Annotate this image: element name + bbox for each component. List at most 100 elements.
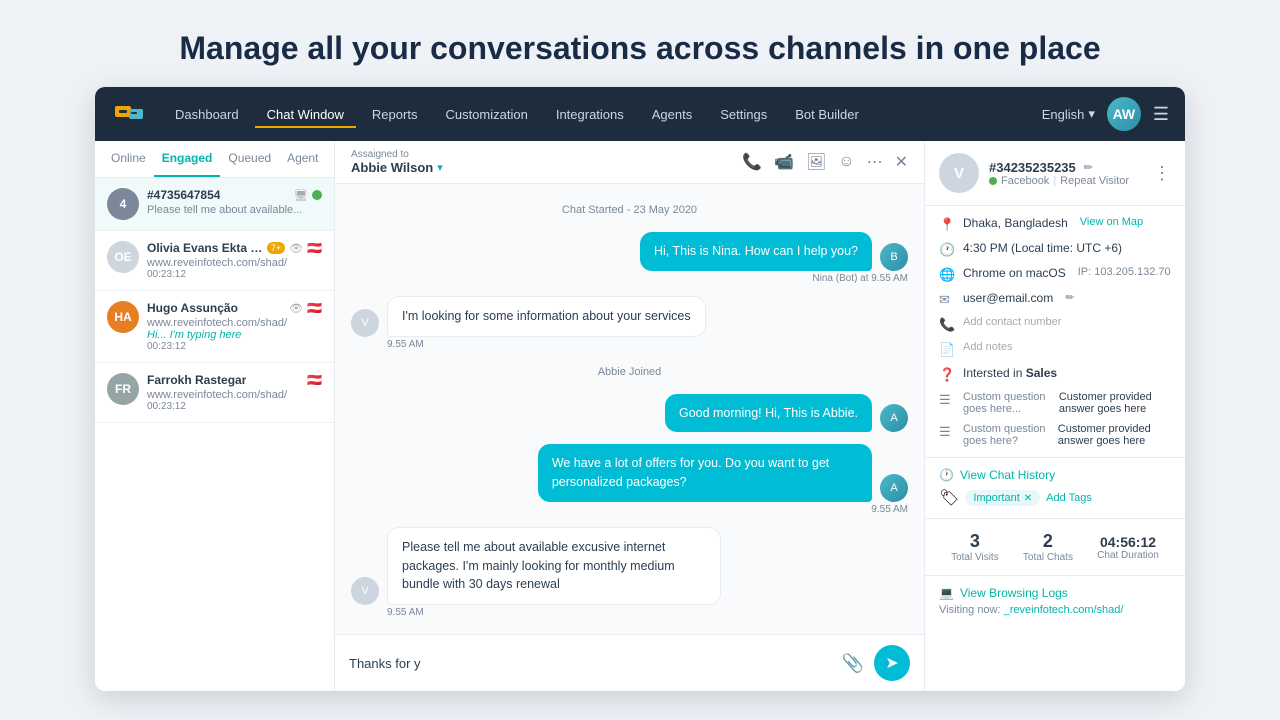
nav-customization[interactable]: Customization (433, 101, 539, 128)
agent-joined-notice: Abbie Joined (351, 366, 908, 378)
rp-phone-row: 📞 Add contact number (939, 316, 1171, 333)
agent-avatar: A (880, 474, 908, 502)
message-row: Hi, This is Nina. How can I help you? B (351, 232, 908, 271)
emoji-icon[interactable]: ☺ (838, 153, 854, 171)
avatar: FR (107, 373, 139, 405)
visitor-avatar: V (351, 577, 379, 605)
more-icon[interactable]: ⋯ (867, 152, 883, 172)
view-on-map-link[interactable]: View on Map (1080, 216, 1143, 228)
send-icon: ➤ (885, 653, 898, 673)
view-chat-history-link[interactable]: 🕐 View Chat History (939, 468, 1171, 482)
rp-location-row: 📍 Dhaka, Bangladesh View on Map (939, 216, 1171, 233)
stat-total-chats: 2 Total Chats (1023, 531, 1073, 563)
message-meta: 9.55 AM (351, 504, 908, 515)
stat-chat-duration: 04:56:12 Chat Duration (1097, 534, 1159, 561)
message-group: Hi, This is Nina. How can I help you? B … (351, 232, 908, 284)
visitor-source: Facebook | Repeat Visitor (989, 175, 1129, 187)
nav-links: Dashboard Chat Window Reports Customizat… (163, 101, 1042, 128)
bot-avatar: B (880, 243, 908, 271)
list-icon: ☰ (939, 424, 955, 440)
rp-chat-history-section: 🕐 View Chat History 🏷 Important ✕ Add Ta… (925, 458, 1185, 519)
tab-online[interactable]: Online (103, 141, 154, 177)
flag-icon: 🇦🇹 (307, 301, 322, 315)
close-button[interactable]: ✕ (895, 152, 908, 172)
email-icon: ✉ (939, 292, 955, 308)
tag-remove-icon[interactable]: ✕ (1024, 493, 1032, 504)
rp-header: V #34235235235 ✏ Facebook | Repeat Visit… (925, 141, 1185, 206)
monitor-icon: 🖥 (294, 189, 308, 202)
avatar: HA (107, 301, 139, 333)
language-selector[interactable]: English ▾ (1042, 106, 1095, 122)
rp-custom-q1-row: ☰ Custom question goes here... Customer … (939, 391, 1171, 415)
flag-icon: 🇦🇹 (307, 241, 322, 255)
message-row: V Please tell me about available excusiv… (351, 527, 908, 605)
message-bubble: Hi, This is Nina. How can I help you? (640, 232, 872, 271)
chat-item-name: Hugo Assunção (147, 301, 238, 315)
chat-item-meta: 👁 🇦🇹 (289, 301, 322, 315)
assigned-dropdown[interactable]: ▾ (437, 161, 443, 174)
add-tags-link[interactable]: Add Tags (1046, 492, 1092, 504)
rp-tags: 🏷 Important ✕ Add Tags (939, 488, 1171, 508)
edit-icon[interactable]: ✏ (1084, 161, 1093, 174)
chat-item-content: Hugo Assunção 👁 🇦🇹 www.reveinfotech.com/… (147, 301, 322, 352)
nav-settings[interactable]: Settings (708, 101, 779, 128)
clock-icon: 🕐 (939, 242, 955, 258)
list-item[interactable]: HA Hugo Assunção 👁 🇦🇹 www.reveinfotech.c… (95, 291, 334, 363)
message-row: We have a lot of offers for you. Do you … (351, 444, 908, 502)
nav-reports[interactable]: Reports (360, 101, 430, 128)
rp-browse-section: 💻 View Browsing Logs Visiting now: _reve… (925, 576, 1185, 626)
chat-item-typing: Hi... I'm typing here (147, 329, 322, 341)
nav-agents[interactable]: Agents (640, 101, 704, 128)
app-logo (111, 96, 147, 132)
list-icon: ☰ (939, 392, 955, 415)
list-item[interactable]: 4 #4735647854 🖥 Please tell me about ava… (95, 178, 334, 231)
phone-icon[interactable]: 📞 (742, 152, 762, 172)
message-bubble: Good morning! Hi, This is Abbie. (665, 394, 872, 433)
visiting-now: Visiting now: _reveinfotech.com/shad/ (939, 604, 1171, 616)
message-bubble: We have a lot of offers for you. Do you … (538, 444, 872, 502)
edit-email-icon[interactable]: ✏ (1065, 291, 1074, 304)
send-button[interactable]: ➤ (874, 645, 910, 681)
avatar: 4 (107, 188, 139, 220)
rp-time-row: 🕐 4:30 PM (Local time: UTC +6) (939, 241, 1171, 258)
tab-engaged[interactable]: Engaged (154, 141, 221, 177)
chat-item-meta: 🇦🇹 (307, 373, 322, 387)
rp-interested-row: ❓ Intersted in Sales (939, 366, 1171, 383)
tab-queued[interactable]: Queued (220, 141, 279, 177)
visitor-avatar: V (351, 309, 379, 337)
chat-item-content: Olivia Evans Ekta Bishal N... 7+ 👁 🇦🇹 ww… (147, 241, 322, 280)
chat-item-name: Farrokh Rastegar (147, 373, 246, 387)
attach-icon[interactable]: 📎 (842, 653, 864, 674)
chat-item-content: #4735647854 🖥 Please tell me about avail… (147, 188, 322, 216)
chat-item-preview: Please tell me about available... (147, 204, 322, 216)
view-browsing-logs-link[interactable]: 💻 View Browsing Logs (939, 586, 1171, 600)
list-item[interactable]: OE Olivia Evans Ekta Bishal N... 7+ 👁 🇦🇹… (95, 231, 334, 291)
visiting-url-link[interactable]: _reveinfotech.com/shad/ (1004, 604, 1124, 616)
list-item[interactable]: FR Farrokh Rastegar 🇦🇹 www.reveinfotech.… (95, 363, 334, 423)
rp-email-row: ✉ user@email.com ✏ (939, 291, 1171, 308)
main-layout: Online Engaged Queued Agent 4 #473564785… (95, 141, 1185, 691)
visitor-avatar-rp: V (939, 153, 979, 193)
user-avatar[interactable]: AW (1107, 97, 1141, 131)
message-meta: Nina (Bot) at 9.55 AM (351, 273, 908, 284)
image-icon[interactable]: 🖼 (806, 152, 826, 172)
more-options-icon[interactable]: ⋮ (1153, 163, 1171, 184)
online-badge (312, 190, 322, 200)
video-icon[interactable]: 📹 (774, 152, 794, 172)
tab-agent[interactable]: Agent (279, 141, 326, 177)
nav-bot-builder[interactable]: Bot Builder (783, 101, 871, 128)
nav-integrations[interactable]: Integrations (544, 101, 636, 128)
eye-icon: 👁 (289, 242, 303, 255)
nav-chat-window[interactable]: Chat Window (255, 101, 356, 128)
nav-dashboard[interactable]: Dashboard (163, 101, 251, 128)
assigned-to-name: Abbie Wilson (351, 160, 433, 175)
rp-browser-row: 🌐 Chrome on macOS IP: 103.205.132.70 (939, 266, 1171, 283)
hamburger-icon[interactable]: ☰ (1153, 104, 1169, 125)
visitor-info: #34235235235 ✏ Facebook | Repeat Visitor (989, 160, 1129, 187)
message-group: Good morning! Hi, This is Abbie. A (351, 394, 908, 433)
chat-header-actions: 📞 📹 🖼 ☺ ⋯ ✕ (742, 152, 908, 172)
message-meta: 9.55 AM (387, 339, 908, 350)
navbar: Dashboard Chat Window Reports Customizat… (95, 87, 1185, 141)
chat-input[interactable] (349, 656, 832, 671)
rp-info-list: 📍 Dhaka, Bangladesh View on Map 🕐 4:30 P… (925, 206, 1185, 458)
